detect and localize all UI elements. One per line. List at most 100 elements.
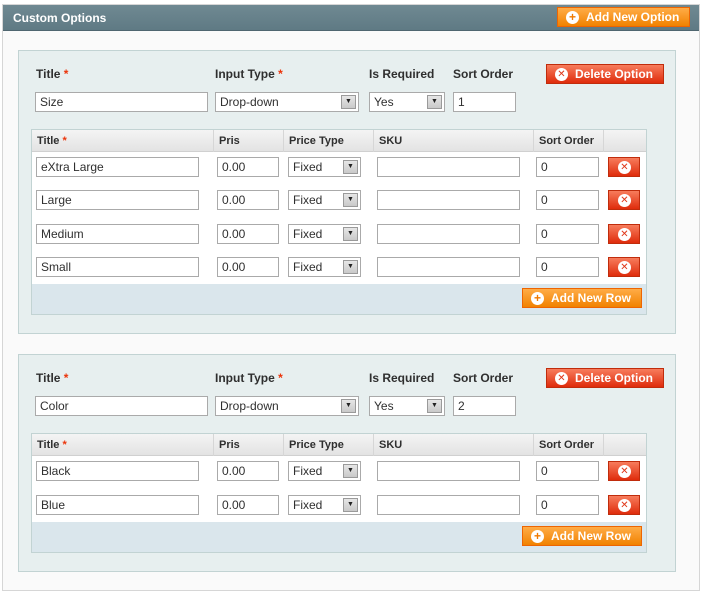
row-sku-input[interactable] (377, 257, 520, 277)
col-price-header: Pris (214, 434, 284, 456)
option-sort-order-input[interactable]: 2 (453, 396, 516, 416)
delete-option-label: Delete Option (575, 371, 654, 385)
is-required-label: Is Required (369, 371, 435, 385)
dropdown-arrow-icon: ▼ (341, 399, 356, 413)
option-values-grid: Title * Pris Price Type SKU Sort Order B… (31, 433, 647, 553)
is-required-value: Yes (374, 95, 394, 109)
x-circle-icon: ✕ (618, 194, 631, 207)
row-sort-order-input[interactable]: 0 (536, 495, 599, 515)
add-new-option-label: Add New Option (586, 10, 680, 24)
row-price-input[interactable]: 0.00 (217, 495, 279, 515)
row-sku-input[interactable] (377, 495, 520, 515)
x-circle-icon: ✕ (618, 228, 631, 241)
row-price-type-select[interactable]: Fixed ▼ (288, 190, 361, 210)
row-price-input[interactable]: 0.00 (217, 157, 279, 177)
dropdown-arrow-icon: ▼ (343, 193, 358, 207)
grid-header: Title * Pris Price Type SKU Sort Order (32, 434, 646, 456)
row-price-type-select[interactable]: Fixed ▼ (288, 257, 361, 277)
dropdown-arrow-icon: ▼ (343, 498, 358, 512)
row-title-input[interactable]: Large (36, 190, 199, 210)
input-type-label: Input Type * (215, 371, 283, 385)
delete-row-button[interactable]: ✕ (608, 190, 640, 210)
grid-footer: + Add New Row (32, 284, 646, 314)
row-price-type-select[interactable]: Fixed ▼ (288, 461, 361, 481)
input-type-label: Input Type * (215, 67, 283, 81)
add-new-option-button[interactable]: + Add New Option (557, 7, 691, 27)
row-price-input[interactable]: 0.00 (217, 224, 279, 244)
is-required-select[interactable]: Yes ▼ (369, 396, 445, 416)
row-sort-order-input[interactable]: 0 (536, 461, 599, 481)
dropdown-arrow-icon: ▼ (341, 95, 356, 109)
row-sku-input[interactable] (377, 190, 520, 210)
row-title-input[interactable]: eXtra Large (36, 157, 199, 177)
row-price-type-select[interactable]: Fixed ▼ (288, 224, 361, 244)
add-new-row-button[interactable]: + Add New Row (522, 526, 642, 546)
input-type-select[interactable]: Drop-down ▼ (215, 92, 359, 112)
input-type-value: Drop-down (220, 399, 279, 413)
delete-option-label: Delete Option (575, 67, 654, 81)
row-price-type-select[interactable]: Fixed ▼ (288, 157, 361, 177)
row-sort-order-input[interactable]: 0 (536, 190, 599, 210)
option-title-input[interactable]: Color (35, 396, 208, 416)
row-price-type-select[interactable]: Fixed ▼ (288, 495, 361, 515)
col-sku-header: SKU (374, 434, 534, 456)
row-sort-order-input[interactable]: 0 (536, 257, 599, 277)
add-new-row-label: Add New Row (551, 291, 631, 305)
col-price-header: Pris (214, 130, 284, 152)
plus-circle-icon: + (531, 530, 544, 543)
sort-order-label: Sort Order (453, 371, 514, 385)
row-title-input[interactable]: Blue (36, 495, 199, 515)
plus-circle-icon: + (566, 11, 579, 24)
add-new-row-button[interactable]: + Add New Row (522, 288, 642, 308)
x-circle-icon: ✕ (618, 161, 631, 174)
delete-option-button[interactable]: ✕ Delete Option (546, 368, 665, 388)
dropdown-arrow-icon: ▼ (427, 399, 442, 413)
is-required-select[interactable]: Yes ▼ (369, 92, 445, 112)
x-circle-icon: ✕ (555, 68, 568, 81)
col-sort-order-header: Sort Order (534, 434, 604, 456)
dropdown-arrow-icon: ▼ (427, 95, 442, 109)
col-title-header: Title * (32, 130, 214, 152)
option-values-grid: Title * Pris Price Type SKU Sort Order e… (31, 129, 647, 315)
delete-row-button[interactable]: ✕ (608, 224, 640, 244)
input-type-select[interactable]: Drop-down ▼ (215, 396, 359, 416)
panel-title: Custom Options (13, 11, 107, 25)
delete-row-button[interactable]: ✕ (608, 495, 640, 515)
delete-row-button[interactable]: ✕ (608, 157, 640, 177)
row-price-input[interactable]: 0.00 (217, 190, 279, 210)
delete-row-button[interactable]: ✕ (608, 461, 640, 481)
is-required-value: Yes (374, 399, 394, 413)
delete-option-button[interactable]: ✕ Delete Option (546, 64, 665, 84)
col-title-header: Title * (32, 434, 214, 456)
add-new-row-label: Add New Row (551, 529, 631, 543)
option-title-label: Title * (36, 67, 69, 81)
row-sort-order-input[interactable]: 0 (536, 157, 599, 177)
col-price-type-header: Price Type (284, 434, 374, 456)
row-price-input[interactable]: 0.00 (217, 257, 279, 277)
grid-header: Title * Pris Price Type SKU Sort Order (32, 130, 646, 152)
option-title-input[interactable]: Size (35, 92, 208, 112)
row-title-input[interactable]: Small (36, 257, 199, 277)
dropdown-arrow-icon: ▼ (343, 227, 358, 241)
row-title-input[interactable]: Black (36, 461, 199, 481)
row-sku-input[interactable] (377, 224, 520, 244)
col-actions-header (604, 130, 648, 152)
col-sort-order-header: Sort Order (534, 130, 604, 152)
row-sort-order-input[interactable]: 0 (536, 224, 599, 244)
dropdown-arrow-icon: ▼ (343, 160, 358, 174)
grid-footer: + Add New Row (32, 522, 646, 552)
dropdown-arrow-icon: ▼ (343, 464, 358, 478)
col-actions-header (604, 434, 648, 456)
plus-circle-icon: + (531, 292, 544, 305)
option-block-size: Title * Input Type * Is Required Sort Or… (18, 50, 676, 334)
col-price-type-header: Price Type (284, 130, 374, 152)
row-sku-input[interactable] (377, 157, 520, 177)
delete-row-button[interactable]: ✕ (608, 257, 640, 277)
col-sku-header: SKU (374, 130, 534, 152)
option-sort-order-input[interactable]: 1 (453, 92, 516, 112)
option-title-label: Title * (36, 371, 69, 385)
row-price-input[interactable]: 0.00 (217, 461, 279, 481)
is-required-label: Is Required (369, 67, 435, 81)
row-sku-input[interactable] (377, 461, 520, 481)
row-title-input[interactable]: Medium (36, 224, 199, 244)
